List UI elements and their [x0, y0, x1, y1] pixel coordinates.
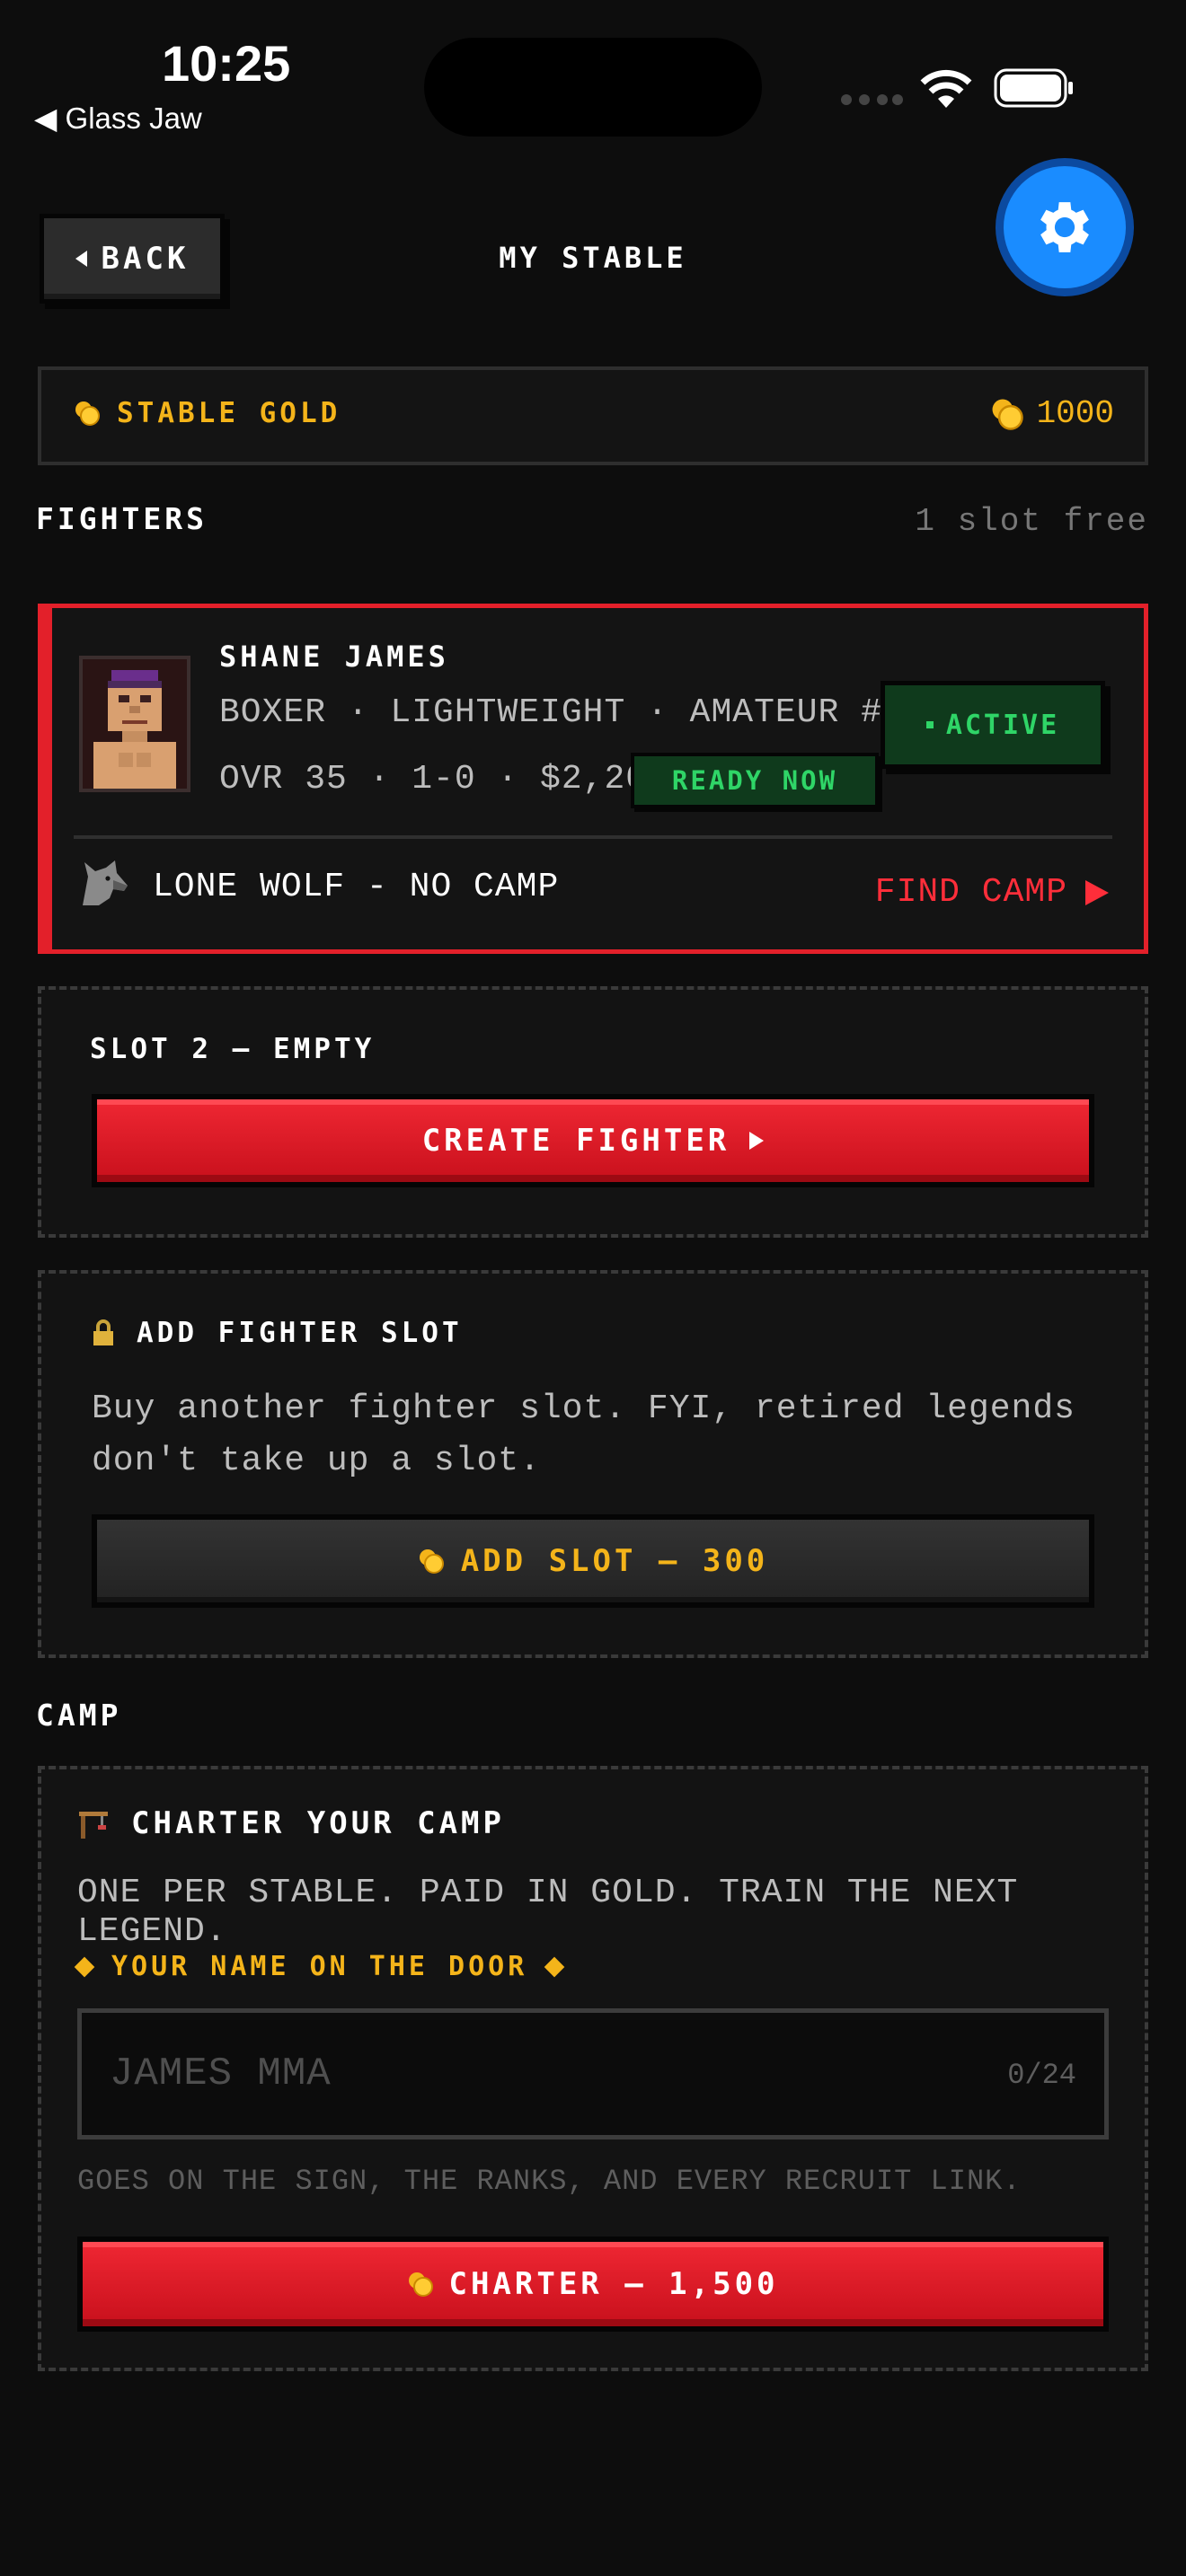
play-arrow-icon: [1085, 879, 1109, 905]
gear-icon: [1040, 202, 1089, 252]
charter-subtitle: ONE PER STABLE. PAID IN GOLD. TRAIN THE …: [77, 1874, 1019, 1951]
battery-icon: [994, 68, 1073, 108]
stable-gold-amount: 1000: [1036, 395, 1114, 432]
crane-icon: [79, 1812, 108, 1839]
add-slot-title-text: ADD FIGHTER SLOT: [137, 1317, 463, 1349]
coin-icon: [75, 401, 100, 426]
fighter-portrait-icon: [83, 659, 187, 789]
card-divider: [74, 835, 1112, 839]
active-status-label: ACTIVE: [945, 709, 1060, 741]
camp-name-char-count: 0/24: [1007, 2059, 1076, 2092]
add-slot-description: Buy another fighter slot. FYI, retired l…: [92, 1389, 1075, 1480]
coin-icon: [992, 399, 1023, 430]
wolf-icon: [83, 860, 128, 905]
coin-icon: [419, 1549, 444, 1574]
charter-button-label: CHARTER — 1,500: [448, 2266, 779, 2302]
ready-badge: READY NOW: [631, 753, 879, 808]
settings-button[interactable]: [996, 158, 1134, 296]
charter-title: CHARTER YOUR CAMP: [77, 1805, 505, 1841]
fighter-meta: BOXER · LIGHTWEIGHT · AMATEUR #44: [219, 693, 925, 732]
back-to-app[interactable]: ◀ Glass Jaw: [34, 101, 202, 136]
fighter-stats: OVR 35 · 1-0 · $2,200: [219, 760, 668, 798]
active-status-button[interactable]: ACTIVE: [881, 681, 1105, 769]
camp-name-hint: GOES ON THE SIGN, THE RANKS, AND EVERY R…: [77, 2165, 1022, 2198]
dynamic-island: [424, 38, 762, 137]
fighter-name: SHANE JAMES: [219, 640, 449, 674]
empty-slot-title: SLOT 2 — EMPTY: [90, 1033, 376, 1065]
diamond-icon: [544, 1956, 565, 1977]
stable-gold-text: STABLE GOLD: [117, 397, 341, 429]
add-slot-title: ADD FIGHTER SLOT: [92, 1317, 463, 1349]
fighter-avatar: [79, 656, 190, 792]
signal-dots-icon: [841, 94, 903, 105]
diamond-icon: [74, 1956, 95, 1977]
status-dot-icon: [925, 721, 934, 728]
slots-free-count: 1 slot free: [915, 503, 1148, 540]
fighters-heading: FIGHTERS: [36, 501, 208, 536]
status-time: 10:25: [162, 35, 291, 92]
camp-heading: CAMP: [36, 1698, 122, 1733]
charter-title-text: CHARTER YOUR CAMP: [131, 1805, 505, 1841]
stable-gold-label: STABLE GOLD: [74, 397, 341, 429]
create-fighter-button[interactable]: CREATE FIGHTER: [92, 1094, 1094, 1187]
wifi-icon: [920, 69, 972, 108]
create-fighter-label: CREATE FIGHTER: [421, 1123, 730, 1159]
add-slot-button[interactable]: ADD SLOT — 300: [92, 1514, 1094, 1608]
camp-name-placeholder: JAMES MMA: [110, 2051, 332, 2096]
find-camp-label: FIND CAMP: [874, 873, 1067, 912]
add-slot-button-label: ADD SLOT — 300: [460, 1543, 769, 1579]
lock-icon: [93, 1319, 113, 1345]
camp-name-label-text: YOUR NAME ON THE DOOR: [111, 1951, 528, 1982]
find-camp-link[interactable]: FIND CAMP: [875, 873, 1109, 912]
back-to-app-label: Glass Jaw: [65, 101, 202, 135]
stable-gold-value: 1000: [990, 395, 1114, 432]
play-arrow-icon: [749, 1132, 765, 1150]
charter-button[interactable]: CHARTER — 1,500: [77, 2236, 1109, 2332]
camp-name-label: YOUR NAME ON THE DOOR: [74, 1951, 565, 1982]
coin-icon: [409, 2272, 434, 2297]
camp-status: LONE WOLF - NO CAMP: [153, 868, 560, 906]
